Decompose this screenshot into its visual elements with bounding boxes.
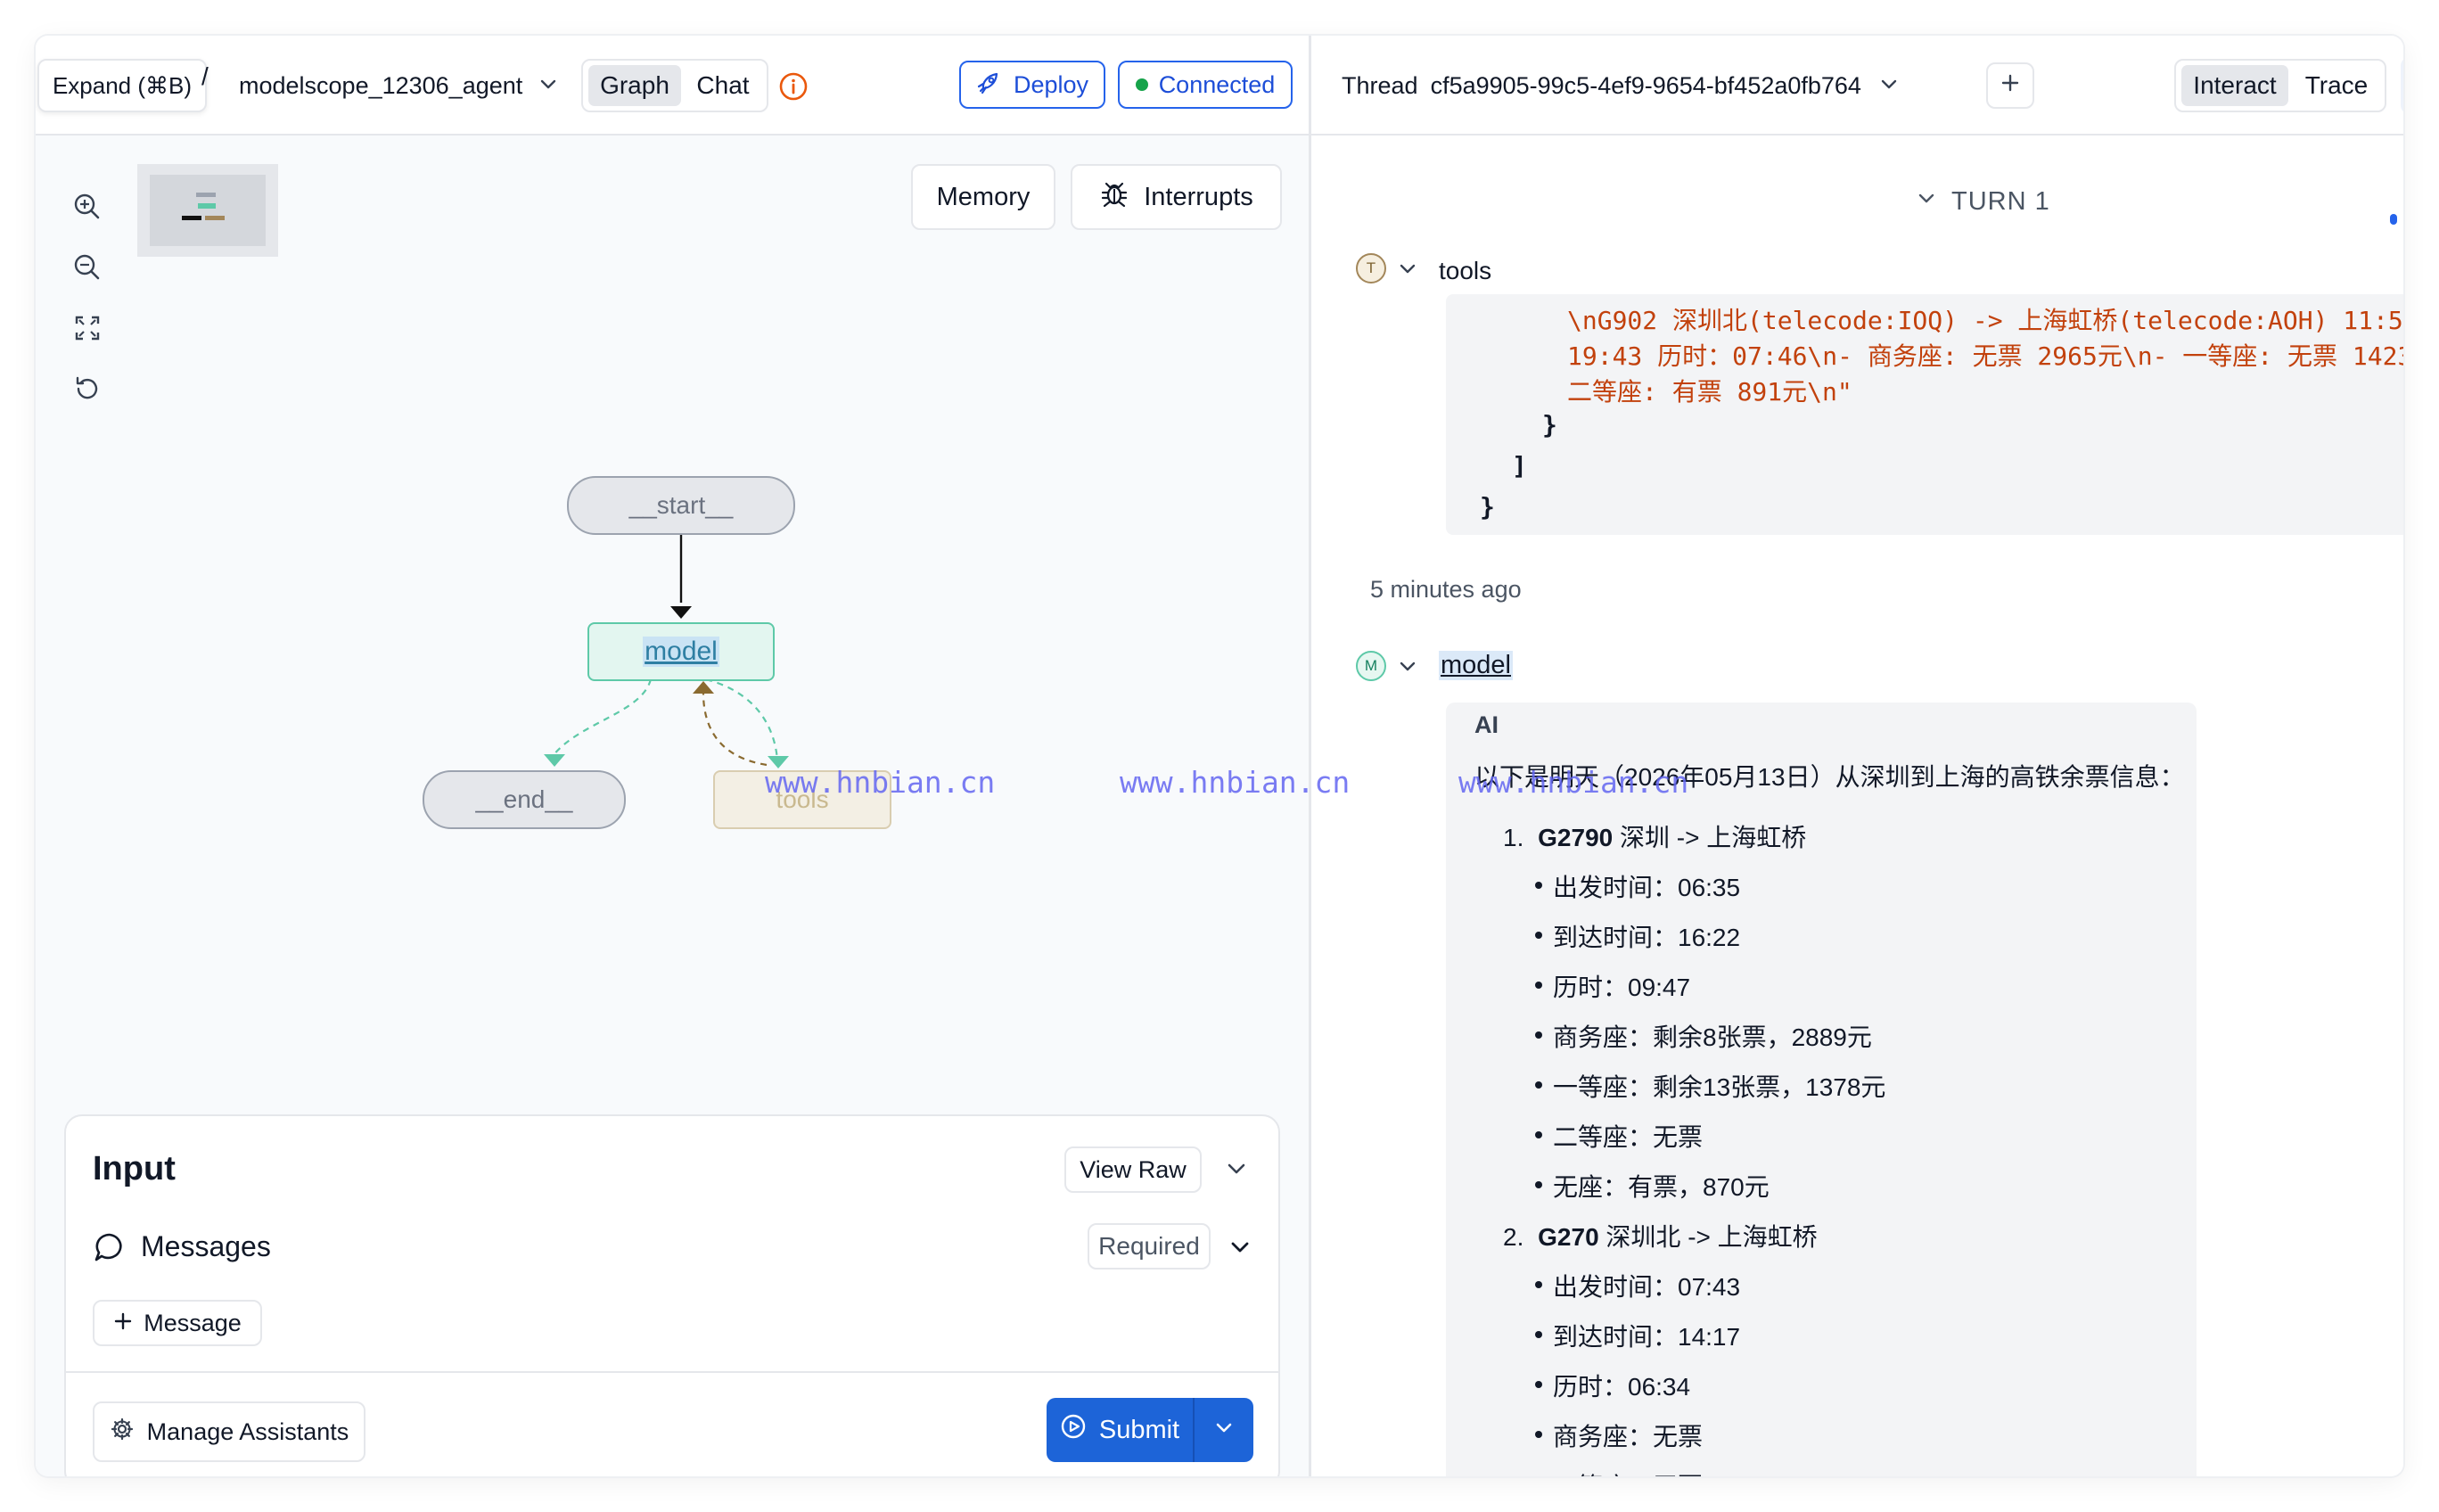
train-item-1: 1. G2790 深圳 -> 上海虹桥 [1503, 824, 1807, 851]
thread-id: cf5a9905-99c5-4ef9-9654-bf452a0fb764 [1430, 71, 1861, 99]
graph-pane: Expand (⌘B) / modelscope_12306_agent Gra… [36, 36, 1311, 1476]
bullet [1535, 1081, 1542, 1089]
run-button-partial[interactable]: Ru [2401, 57, 2403, 114]
watermark-text: www.hnbian.cn [1120, 765, 1351, 800]
bullet [1535, 1281, 1542, 1288]
scroll-indicator [2390, 214, 2397, 225]
bullet [1535, 1331, 1542, 1338]
bullet [1535, 982, 1542, 989]
bullet [1535, 1381, 1542, 1388]
model-message-name: model [1439, 651, 1513, 680]
edge-tools-model [702, 689, 768, 767]
turn-header[interactable]: TURN 1 [1916, 187, 2050, 217]
add-message-button[interactable]: Message [93, 1300, 262, 1346]
thread-selector[interactable]: Thread cf5a9905-99c5-4ef9-9654-bf452a0fb… [1342, 64, 1899, 107]
submit-button[interactable]: Submit [1047, 1398, 1193, 1462]
plus-icon [2000, 72, 2021, 100]
view-raw-label: View Raw [1080, 1155, 1187, 1183]
train-detail: 一等座：剩余13张票，1378元 [1553, 1073, 1886, 1101]
train-detail: 二等座：无票 [1553, 1123, 1704, 1151]
view-raw-button[interactable]: View Raw [1064, 1146, 1202, 1193]
chevron-down-icon[interactable] [1228, 1236, 1252, 1263]
edge-start-model-arrowhead [670, 606, 692, 619]
train-code: G2790 [1538, 824, 1614, 851]
edge-model-tools [705, 678, 779, 760]
message-timestamp: 5 minutes ago [1370, 576, 1522, 603]
required-badge: Required [1088, 1223, 1211, 1270]
tools-avatar: T [1356, 253, 1386, 284]
train-detail: 历时：09:47 [1553, 974, 1691, 1001]
tools-code-block: \nG902 深圳北(telecode:IOQ) -> 上海虹桥(telecod… [1446, 294, 2403, 535]
bullet [1535, 1431, 1542, 1438]
train-route: 深圳 -> 上海虹桥 [1613, 824, 1807, 851]
plus-icon [113, 1310, 133, 1337]
tab-interact[interactable]: Interact [2181, 65, 2288, 106]
chevron-down-icon [1879, 72, 1899, 100]
code-bracket: ] [1512, 451, 1527, 481]
model-collapse-toggle[interactable] [1397, 656, 1418, 682]
train-detail: 出发时间：06:35 [1553, 874, 1741, 901]
manage-assistants-button[interactable]: Manage Assistants [93, 1401, 365, 1462]
chevron-down-icon [1213, 1418, 1235, 1443]
edge-model-end-arrowhead [544, 754, 565, 767]
chevron-down-icon[interactable] [1225, 1157, 1248, 1185]
code-bracket: } [1480, 492, 1495, 522]
input-divider [66, 1371, 1278, 1373]
tools-collapse-toggle[interactable] [1397, 259, 1418, 284]
mode-toggle: Interact Trace [2174, 59, 2386, 112]
required-label: Required [1098, 1232, 1200, 1260]
train-detail: 无座：有票，870元 [1553, 1173, 1770, 1201]
train-code: G270 [1538, 1223, 1599, 1251]
train-detail: 商务座：无票 [1553, 1423, 1704, 1450]
watermark-text: www.hnbian.cn [765, 765, 996, 800]
add-message-label: Message [144, 1309, 242, 1336]
watermark-text: www.hnbian.cn [1458, 765, 1689, 800]
edge-model-end [552, 678, 653, 757]
submit-label: Submit [1098, 1415, 1180, 1444]
bullet [1535, 1031, 1542, 1039]
model-avatar: M [1356, 651, 1386, 681]
train-item-2: 2. G270 深圳北 -> 上海虹桥 [1503, 1223, 1818, 1251]
node-model[interactable]: model [587, 622, 775, 681]
submit-button-group: Submit [1047, 1398, 1253, 1462]
train-detail: 到达时间：16:22 [1553, 924, 1741, 951]
node-end[interactable]: __end__ [423, 770, 626, 829]
input-title: Input [93, 1150, 176, 1187]
train-detail: 商务座：剩余8张票，2889元 [1553, 1023, 1872, 1051]
tools-message-name: tools [1439, 257, 1492, 284]
train-detail: 历时：06:34 [1553, 1373, 1691, 1401]
edge-tools-model-arrowhead [693, 681, 714, 694]
bullet [1535, 1181, 1542, 1188]
bullet [1535, 932, 1542, 939]
message-circle-icon [93, 1230, 127, 1269]
app-window: Expand (⌘B) / modelscope_12306_agent Gra… [36, 36, 2403, 1476]
bullet [1535, 1131, 1542, 1138]
gear-icon [110, 1417, 135, 1448]
code-line: 二等座: 有票 891元\n" [1567, 377, 1852, 407]
ai-message-card: AI 以下是明天（2026年05月13日）从深圳到上海的高铁余票信息： 1. G… [1446, 703, 2197, 1476]
thread-label: Thread [1342, 71, 1418, 99]
new-thread-button[interactable] [1986, 62, 2034, 109]
play-circle-icon [1060, 1413, 1087, 1447]
node-start[interactable]: __start__ [567, 476, 795, 535]
code-bracket: } [1542, 410, 1557, 440]
node-model-label: model [643, 637, 719, 667]
chevron-down-icon [1916, 187, 1937, 217]
thread-pane: Thread cf5a9905-99c5-4ef9-9654-bf452a0fb… [1311, 36, 2403, 1476]
messages-label: Messages [141, 1230, 271, 1262]
bullet [1535, 882, 1542, 889]
train-detail: 一等座：无票 [1553, 1467, 1703, 1476]
manage-assistants-label: Manage Assistants [146, 1418, 349, 1445]
code-line: \nG902 深圳北(telecode:IOQ) -> 上海虹桥(telecod… [1567, 306, 2403, 335]
code-line: 19:43 历时：07:46\n- 商务座: 无票 2965元\n- 一等座: … [1567, 341, 2403, 371]
tab-trace[interactable]: Trace [2290, 65, 2383, 106]
train-route: 深圳北 -> 上海虹桥 [1598, 1223, 1818, 1251]
turn-label: TURN 1 [1951, 187, 2050, 216]
train-detail: 到达时间：14:17 [1553, 1323, 1741, 1351]
train-detail: 出发时间：07:43 [1553, 1273, 1741, 1301]
thread-header: Thread cf5a9905-99c5-4ef9-9654-bf452a0fb… [1311, 36, 2403, 136]
ai-role-label: AI [1474, 711, 1499, 738]
input-panel: Input View Raw Messages Required Message… [64, 1114, 1280, 1476]
submit-options-button[interactable] [1195, 1398, 1253, 1462]
